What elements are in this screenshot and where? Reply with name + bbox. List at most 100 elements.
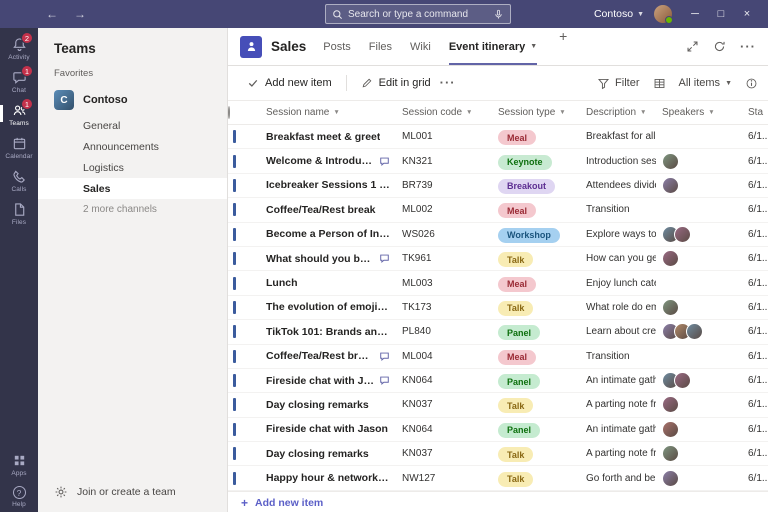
table-row[interactable]: Welcome & IntroductionKN321KeynoteIntrod… — [228, 149, 768, 173]
refresh-icon[interactable] — [713, 40, 726, 53]
view-selector[interactable]: All items ▼ — [679, 77, 733, 89]
session-start: 6/1... — [742, 229, 768, 240]
team-row-contoso[interactable]: C Contoso — [38, 87, 227, 115]
column-header-speakers[interactable]: Speakers▼ — [656, 107, 742, 118]
filter-button[interactable]: Filter — [597, 77, 639, 90]
tab-event-itinerary[interactable]: Event itinerary ▼ — [449, 28, 537, 65]
table-row[interactable]: Icebreaker Sessions 1 - 4BR739BreakoutAt… — [228, 174, 768, 198]
session-start: 6/1... — [742, 156, 768, 167]
session-code: TK961 — [396, 253, 492, 264]
rail-item-calendar[interactable]: Calendar — [0, 131, 38, 164]
column-header-session-name[interactable]: Session name▼ — [258, 107, 396, 118]
session-code: PL840 — [396, 326, 492, 337]
session-name: Breakfast meet & greet — [266, 131, 380, 143]
speaker-avatar — [662, 421, 679, 438]
rail-item-files[interactable]: Files — [0, 197, 38, 230]
edit-in-grid-button[interactable]: Edit in grid — [352, 72, 440, 94]
session-name: Coffee/Tea/Rest break — [266, 350, 374, 362]
list-rows: Breakfast meet & greetML001MealBreakfast… — [228, 125, 768, 491]
column-header-start[interactable]: Sta — [742, 107, 768, 118]
table-row[interactable]: Day closing remarksKN037TalkA parting no… — [228, 442, 768, 466]
session-description: Introduction session ... — [580, 156, 656, 167]
rail-item-chat[interactable]: 1 Chat — [0, 65, 38, 98]
table-row[interactable]: Fireside chat with JasonKN064PanelAn int… — [228, 418, 768, 442]
info-icon[interactable] — [745, 77, 758, 90]
speaker-avatar — [674, 226, 691, 243]
command-search-box[interactable] — [325, 4, 511, 24]
column-header-session-code[interactable]: Session code▼ — [396, 107, 492, 118]
grid-view-icon[interactable] — [653, 77, 666, 90]
row-accent-bar — [233, 374, 236, 387]
table-row[interactable]: Coffee/Tea/Rest breakML004MealTransition… — [228, 345, 768, 369]
search-input[interactable] — [348, 9, 488, 20]
row-accent-bar — [233, 350, 236, 363]
session-code: KN064 — [396, 424, 492, 435]
comment-icon — [379, 253, 390, 264]
session-type-pill: Talk — [498, 472, 533, 487]
add-tab-button[interactable]: + — [559, 28, 567, 65]
channel-announcements[interactable]: Announcements — [38, 136, 227, 157]
table-row[interactable]: The evolution of emoji usag...TK173TalkW… — [228, 296, 768, 320]
titlebar-right: Contoso ▼ ─ □ × — [594, 0, 768, 28]
tab-posts[interactable]: Posts — [323, 28, 351, 65]
row-accent-bar — [233, 398, 236, 411]
table-row[interactable]: Become a Person of InfluenceWS026Worksho… — [228, 223, 768, 247]
table-row[interactable]: Breakfast meet & greetML001MealBreakfast… — [228, 125, 768, 149]
channel-sales[interactable]: Sales — [38, 178, 227, 199]
more-channels-link[interactable]: 2 more channels — [38, 199, 227, 219]
session-start: 6/1... — [742, 302, 768, 313]
rail-item-activity[interactable]: 2 Activity — [0, 32, 38, 65]
session-code: KN037 — [396, 448, 492, 459]
row-accent-bar — [233, 277, 236, 290]
add-new-item-link[interactable]: + Add new item — [228, 491, 768, 512]
table-row[interactable]: Fireside chat with JasonKN064PanelAn int… — [228, 369, 768, 393]
join-create-team-button[interactable]: Join or create a team — [38, 472, 227, 512]
back-arrow-icon[interactable]: ← — [46, 7, 58, 21]
speaker-avatar — [662, 153, 679, 170]
rail-item-help[interactable]: ? Help — [0, 481, 38, 512]
column-header-session-type[interactable]: Session type▼ — [492, 107, 580, 118]
maximize-button[interactable]: □ — [708, 0, 734, 28]
minimize-button[interactable]: ─ — [682, 0, 708, 28]
row-accent-bar — [233, 423, 236, 436]
close-button[interactable]: × — [734, 0, 760, 28]
rail-item-teams[interactable]: 1 Teams — [0, 98, 38, 131]
table-row[interactable]: Happy hour & networkingNW127TalkGo forth… — [228, 466, 768, 490]
window-controls: ─ □ × — [682, 0, 760, 28]
rail-item-apps[interactable]: Apps — [0, 448, 38, 481]
table-row[interactable]: Day closing remarksKN037TalkA parting no… — [228, 393, 768, 417]
session-name: What should you build next? — [266, 253, 374, 265]
expand-icon[interactable] — [686, 40, 699, 53]
user-avatar[interactable] — [654, 5, 672, 23]
chevron-down-icon: ▼ — [333, 109, 339, 116]
session-description: Transition — [580, 351, 656, 362]
table-row[interactable]: TikTok 101: Brands and Influe...PL840Pan… — [228, 320, 768, 344]
table-row[interactable]: Coffee/Tea/Rest breakML002MealTransition… — [228, 198, 768, 222]
session-type-pill: Meal — [498, 350, 536, 365]
select-all-checkbox[interactable] — [228, 106, 230, 119]
team-name: Contoso — [83, 94, 128, 106]
channel-logistics[interactable]: Logistics — [38, 157, 227, 178]
join-create-team-label: Join or create a team — [77, 486, 176, 498]
session-name: Coffee/Tea/Rest break — [266, 204, 376, 216]
column-header-description[interactable]: Description▼ — [580, 107, 656, 118]
row-accent-bar — [233, 155, 236, 168]
rail-label: Chat — [12, 87, 26, 94]
table-row[interactable]: LunchML003MealEnjoy lunch catered b...6/… — [228, 271, 768, 295]
microphone-icon[interactable] — [493, 9, 504, 20]
speaker-avatar — [686, 323, 703, 340]
rail-label: Calls — [12, 186, 27, 193]
event-itinerary-list: Session name▼ Session code▼ Session type… — [228, 101, 768, 512]
tab-wiki[interactable]: Wiki — [410, 28, 431, 65]
channel-general[interactable]: General — [38, 115, 227, 136]
add-new-item-button[interactable]: Add new item — [238, 72, 341, 94]
tab-files[interactable]: Files — [369, 28, 392, 65]
activity-badge: 2 — [21, 32, 33, 44]
forward-arrow-icon[interactable]: → — [74, 7, 86, 21]
rail-item-calls[interactable]: Calls — [0, 164, 38, 197]
org-switcher[interactable]: Contoso ▼ — [594, 8, 644, 20]
speaker-avatar — [662, 396, 679, 413]
table-header-row: Session name▼ Session code▼ Session type… — [228, 101, 768, 125]
table-row[interactable]: What should you build next?TK961TalkHow … — [228, 247, 768, 271]
session-code: ML003 — [396, 278, 492, 289]
